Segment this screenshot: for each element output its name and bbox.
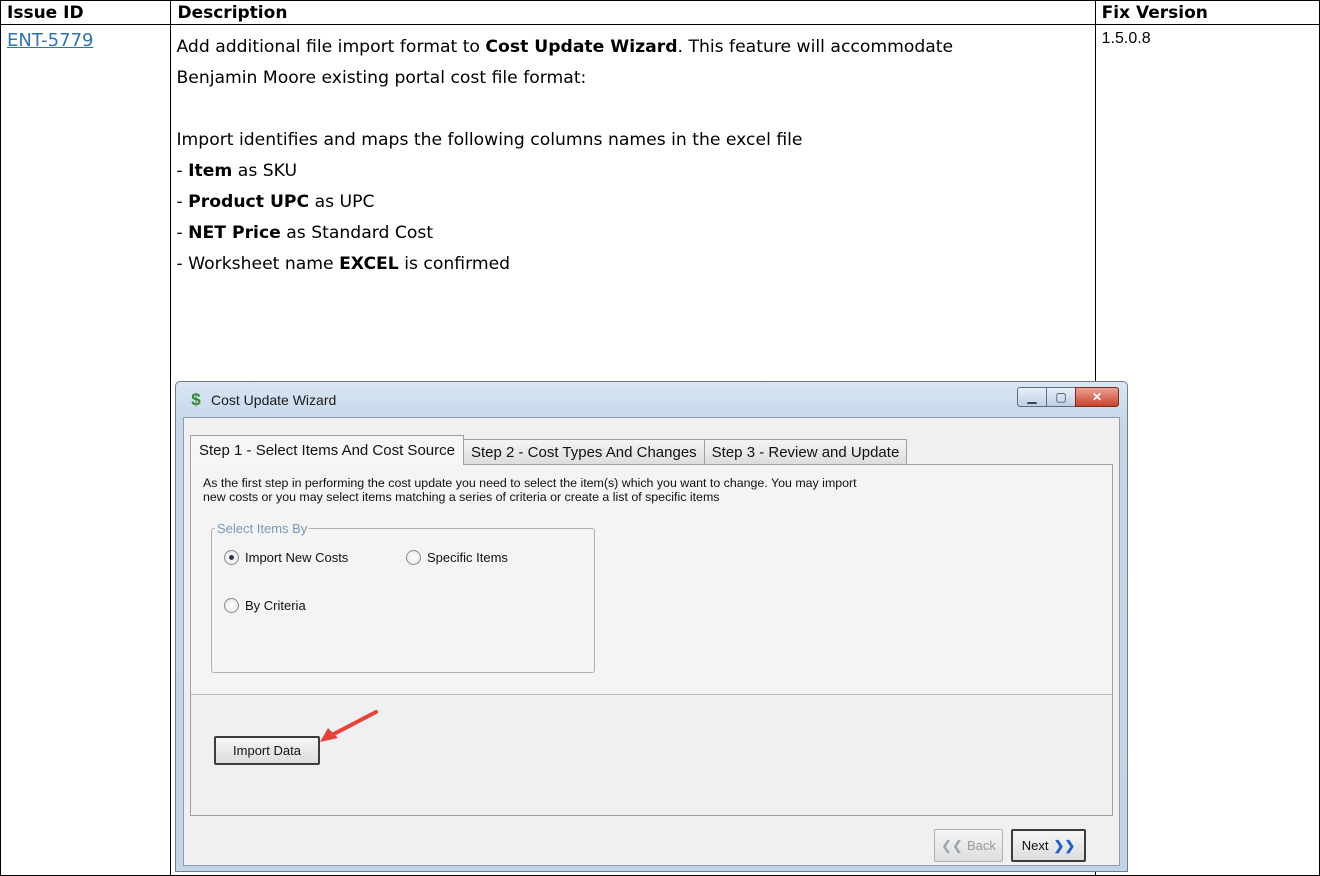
issue-id-cell: ENT-5779	[0, 24, 172, 876]
text-run: - Worksheet name	[176, 254, 340, 274]
radio-specific-items[interactable]: Specific Items	[406, 550, 508, 565]
close-button[interactable]: ✕	[1075, 387, 1119, 407]
mapping-item: - Product UPC as UPC	[176, 187, 1094, 218]
radio-label: By Criteria	[245, 598, 306, 613]
red-arrow-annotation	[320, 710, 378, 742]
select-items-by-group: Select Items By Import New Costs Specifi…	[211, 521, 595, 673]
bold-text: NET Price	[188, 223, 281, 243]
window-controls: ▁ ▢ ✕	[1017, 387, 1119, 409]
tab-page-step-1: As the first step in performing the cost…	[190, 464, 1113, 816]
col-header-description: Description	[170, 0, 1096, 25]
mapping-item: - Worksheet name EXCEL is confirmed	[176, 249, 1094, 280]
dollar-icon: $	[191, 390, 201, 409]
back-arrows-icon: ❮❮	[941, 837, 963, 853]
text-run: -	[176, 192, 189, 212]
maximize-button[interactable]: ▢	[1046, 387, 1076, 407]
intro-line: new costs or you may select items matchi…	[203, 490, 720, 504]
radio-label: Import New Costs	[245, 550, 349, 565]
maximize-icon: ▢	[1055, 390, 1067, 404]
description-line: Add additional file import format to Cos…	[176, 32, 1094, 63]
radio-unselected-icon	[406, 550, 421, 565]
text-run: as Standard Cost	[280, 223, 434, 243]
radio-label: Specific Items	[427, 550, 508, 565]
header-row: Issue ID Description Fix Version	[0, 0, 1320, 25]
minimize-icon: ▁	[1027, 390, 1037, 404]
radio-selected-icon	[224, 550, 239, 565]
text-run: Add additional file import format to	[176, 37, 486, 57]
bold-text: Cost Update Wizard	[485, 37, 678, 57]
window-client-area: Step 1 - Select Items And Cost Source St…	[183, 417, 1120, 866]
import-data-button[interactable]: Import Data	[214, 736, 320, 765]
fix-version-value: 1.5.0.8	[1101, 30, 1151, 47]
bold-text: Product UPC	[188, 192, 310, 212]
bold-text: EXCEL	[339, 254, 399, 274]
intro-text: As the first step in performing the cost…	[203, 476, 1103, 504]
minimize-button[interactable]: ▁	[1017, 387, 1047, 407]
close-icon: ✕	[1091, 390, 1103, 404]
intro-line: As the first step in performing the cost…	[203, 476, 857, 490]
tab-step-1[interactable]: Step 1 - Select Items And Cost Source	[190, 435, 464, 465]
wizard-tabs: Step 1 - Select Items And Cost Source St…	[190, 435, 908, 465]
radio-import-new-costs[interactable]: Import New Costs	[224, 550, 348, 565]
radio-by-criteria[interactable]: By Criteria	[224, 598, 306, 613]
fix-version-cell: 1.5.0.8	[1094, 24, 1320, 876]
window-title: Cost Update Wizard	[211, 392, 337, 408]
next-arrows-icon: ❯❯	[1053, 837, 1076, 853]
text-run: . This feature will accommodate	[677, 37, 954, 57]
description-line: Import identifies and maps the following…	[176, 130, 803, 150]
text-run: as UPC	[309, 192, 375, 212]
title-bar[interactable]: $ Cost Update Wizard ▁ ▢ ✕	[176, 382, 1127, 418]
cost-update-wizard-window: $ Cost Update Wizard ▁ ▢ ✕ Step 1 - Sele…	[175, 381, 1128, 872]
tab-step-3[interactable]: Step 3 - Review and Update	[703, 439, 908, 465]
text-run: -	[176, 161, 189, 181]
tab-step-2[interactable]: Step 2 - Cost Types And Changes	[462, 439, 705, 465]
import-panel: Import Data	[191, 694, 1112, 815]
text-run: -	[176, 223, 189, 243]
mapping-item: - NET Price as Standard Cost	[176, 218, 1094, 249]
next-button-label: Next	[1021, 838, 1049, 853]
col-header-fix-version: Fix Version	[1094, 0, 1320, 25]
group-label: Select Items By	[217, 521, 308, 536]
bold-text: Item	[188, 161, 233, 181]
col-header-issue-id: Issue ID	[0, 0, 172, 25]
description-line: Benjamin Moore existing portal cost file…	[176, 68, 587, 88]
description-text: Add additional file import format to Cos…	[171, 25, 1094, 280]
back-button[interactable]: ❮❮ Back	[934, 829, 1003, 862]
text-run: as SKU	[232, 161, 298, 181]
mapping-item: - Item as SKU	[176, 156, 1094, 187]
issue-link[interactable]: ENT-5779	[1, 25, 170, 51]
text-run: is confirmed	[398, 254, 511, 274]
next-button[interactable]: Next ❯❯	[1011, 829, 1086, 862]
back-button-label: Back	[966, 838, 996, 853]
radio-unselected-icon	[224, 598, 239, 613]
